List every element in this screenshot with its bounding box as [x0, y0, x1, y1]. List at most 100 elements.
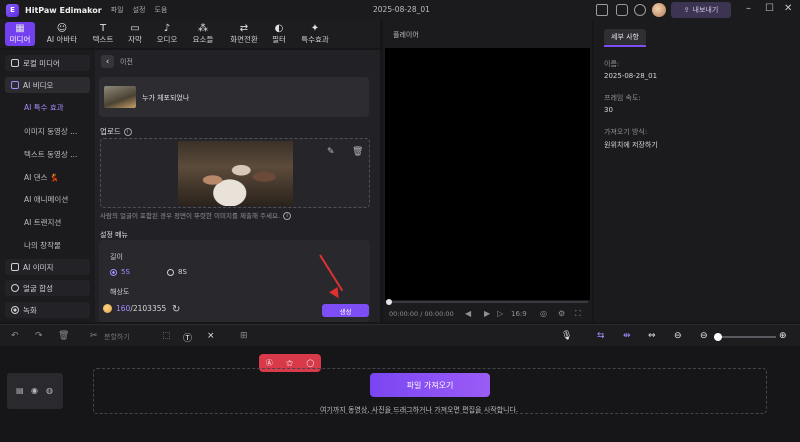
- redo-icon[interactable]: ↷: [35, 331, 43, 341]
- menu-help[interactable]: 도움: [154, 5, 167, 15]
- filter-icon: ◐: [274, 23, 284, 34]
- play-icon[interactable]: ▶: [484, 309, 490, 318]
- length-label: 길이: [110, 253, 123, 261]
- preview-screen[interactable]: [385, 48, 590, 300]
- settings-icon[interactable]: ⚙: [558, 309, 565, 318]
- prop-name-value: 2025-08-28_01: [604, 72, 658, 80]
- layout-icon[interactable]: [596, 4, 608, 16]
- track-visibility-icon[interactable]: ◉: [31, 386, 38, 395]
- tab-details[interactable]: 세부 사항: [604, 29, 646, 45]
- back-button[interactable]: ‹: [101, 55, 114, 68]
- credits-used: 160: [116, 304, 131, 313]
- info-icon[interactable]: i: [283, 212, 292, 220]
- delete-icon[interactable]: 🗑: [58, 331, 69, 341]
- crop-icon[interactable]: ⬚: [162, 331, 171, 341]
- zoom-in-icon[interactable]: ⊕: [779, 331, 787, 341]
- sidebar-sub-my-creations[interactable]: 나의 창작물: [24, 240, 61, 251]
- menu-file[interactable]: 파일: [111, 5, 124, 15]
- tool-media[interactable]: ▦ 미디어: [5, 22, 35, 46]
- menu-settings[interactable]: 설정: [133, 5, 146, 15]
- feedback-icon[interactable]: [616, 4, 628, 16]
- cut-icon[interactable]: ⨯: [207, 331, 215, 341]
- zoom-slider-handle[interactable]: [714, 333, 722, 341]
- tool-text[interactable]: T 텍스트: [88, 22, 118, 46]
- link-icon[interactable]: ⇆: [597, 331, 605, 341]
- refresh-icon[interactable]: ↻: [172, 304, 180, 315]
- upload-label: 업로드 i: [100, 126, 132, 137]
- face-icon: [11, 284, 19, 292]
- add-marker-icon[interactable]: ⊞: [240, 331, 248, 341]
- scrubber-handle[interactable]: [386, 299, 392, 305]
- playback-scrubber[interactable]: [388, 301, 588, 303]
- generate-button[interactable]: 생성: [322, 304, 369, 317]
- volume-icon[interactable]: ◀: [465, 309, 471, 318]
- minimize-icon[interactable]: –: [746, 3, 751, 14]
- fullscreen-icon[interactable]: ⛶: [575, 309, 581, 319]
- track-lock-icon[interactable]: ▤: [16, 386, 24, 395]
- aspect-ratio-select[interactable]: 16:9: [511, 310, 527, 318]
- folder-icon: [11, 59, 19, 67]
- image-icon: [11, 263, 19, 271]
- next-frame-icon[interactable]: ▷: [497, 309, 503, 318]
- radio-icon: [110, 268, 117, 276]
- avatar[interactable]: [652, 3, 666, 17]
- prop-name-key: 이름:: [604, 60, 620, 68]
- microphone-icon[interactable]: 🎙: [561, 331, 572, 341]
- zoom-slider[interactable]: [714, 336, 776, 338]
- sidebar-sub-image-to-video[interactable]: 이미지 동영상 ...: [24, 126, 77, 137]
- coin-icon: [103, 304, 112, 313]
- export-button[interactable]: ⇪ 내보내기: [671, 2, 731, 18]
- maximize-icon[interactable]: ☐: [765, 3, 774, 14]
- undo-icon[interactable]: ↶: [11, 331, 19, 341]
- magic-wand-icon[interactable]: ⚝: [286, 359, 293, 368]
- sidebar-item-ai-video[interactable]: AI 비디오: [5, 77, 90, 93]
- sidebar-sub-ai-transition[interactable]: AI 트랜지션: [24, 217, 61, 228]
- track-toggle-icon[interactable]: ⊖: [674, 331, 682, 341]
- upload-dropzone[interactable]: ✎ 🗑: [100, 138, 370, 208]
- text-icon: T: [99, 23, 107, 34]
- sidebar-sub-ai-animation[interactable]: AI 애니메이션: [24, 194, 68, 205]
- magnet-icon[interactable]: ⇹: [623, 331, 631, 341]
- tool-ai-avatar[interactable]: ☺ AI 아바타: [43, 22, 81, 46]
- elements-icon: ⁂: [198, 23, 208, 34]
- sidebar-sub-ai-dance[interactable]: AI 댄스 💃: [24, 172, 59, 183]
- split-label[interactable]: 분할하기: [104, 332, 130, 342]
- sidebar-item-face-swap[interactable]: 얼굴 합성: [5, 280, 90, 296]
- effect-template-card[interactable]: 누가 체포되었나: [99, 77, 369, 117]
- length-option-5s[interactable]: 5S: [110, 268, 130, 276]
- zoom-out-icon[interactable]: ⊖: [700, 331, 708, 341]
- scissors-icon[interactable]: ✂: [90, 331, 98, 341]
- text-tool-icon[interactable]: Ⓣ: [183, 331, 192, 344]
- tool-label: 필터: [272, 35, 286, 44]
- import-files-button[interactable]: 파일 가져오기: [370, 373, 490, 397]
- tool-subtitle[interactable]: ▭ 자막: [123, 22, 147, 46]
- active-tab-indicator: [604, 45, 646, 47]
- info-icon[interactable]: i: [123, 128, 132, 136]
- close-icon[interactable]: ✕: [784, 3, 792, 14]
- sidebar-item-local-media[interactable]: 로컬 미디어: [5, 55, 90, 71]
- tool-transitions[interactable]: ⇄ 화면전환: [225, 22, 263, 46]
- snapshot-icon[interactable]: ◎: [540, 309, 547, 318]
- fit-icon[interactable]: ⇔: [648, 331, 656, 341]
- tool-effects[interactable]: ✦ 특수효과: [296, 22, 334, 46]
- tool-label: 텍스트: [92, 35, 114, 44]
- sidebar-sub-text-to-video[interactable]: 텍스트 동영상 ...: [24, 149, 77, 160]
- sidebar-sub-ai-effects[interactable]: AI 특수 효과: [24, 102, 64, 113]
- search-icon[interactable]: ◯: [306, 359, 314, 367]
- sidebar-item-recording[interactable]: 녹화: [5, 302, 90, 318]
- sidebar-item-ai-image[interactable]: AI 이미지: [5, 259, 90, 275]
- tool-elements[interactable]: ⁂ 요소들: [188, 22, 218, 46]
- ai-icon[interactable]: Ⓐ: [266, 358, 273, 368]
- ai-video-icon: [11, 81, 19, 89]
- tool-audio[interactable]: ♪ 오디오: [153, 22, 181, 46]
- trash-icon[interactable]: 🗑: [352, 147, 363, 157]
- track-mute-icon[interactable]: ◍: [46, 386, 53, 395]
- settings-title: 설정 메뉴: [100, 231, 128, 239]
- media-sidebar: 로컬 미디어 AI 비디오 AI 특수 효과 이미지 동영상 ... 텍스트 동…: [0, 50, 95, 322]
- length-option-8s[interactable]: 8S: [167, 268, 187, 276]
- edit-icon[interactable]: ✎: [327, 147, 335, 157]
- back-label[interactable]: 이전: [120, 57, 133, 67]
- document-title: 2025-08-28_01: [373, 5, 430, 14]
- history-icon[interactable]: [634, 4, 646, 16]
- tool-filters[interactable]: ◐ 필터: [267, 22, 291, 46]
